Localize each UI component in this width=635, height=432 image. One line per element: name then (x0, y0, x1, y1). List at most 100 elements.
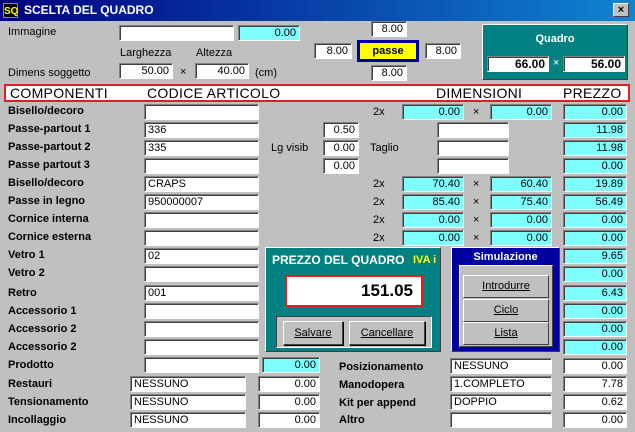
ciclo-label: Ciclo (493, 304, 519, 316)
quadro-panel: Quadro 66.00 × 56.00 (482, 24, 628, 80)
incollaggio-select[interactable]: NESSUNO (130, 412, 246, 428)
row-price: 0.00 (563, 266, 627, 282)
manodopera-price: 7.78 (563, 376, 627, 392)
header-codice: CODICE ARTICOLO (147, 85, 281, 101)
save-button[interactable]: Salvare (283, 321, 343, 345)
row-price: 0.00 (563, 303, 627, 319)
simulazione-title: Simulazione (473, 251, 538, 263)
altro-input[interactable] (450, 412, 552, 428)
introdurre-button[interactable]: Introdurre (463, 275, 549, 298)
row-label: Passe partout 3 (8, 159, 90, 171)
row-dim1: 70.40 (402, 176, 464, 192)
row-code-input[interactable]: 001 (144, 285, 259, 301)
row-code-input[interactable]: 336 (144, 122, 259, 138)
row-price: 0.00 (563, 339, 627, 355)
tensionamento-select[interactable]: NESSUNO (130, 394, 246, 410)
row-dim2: 0.00 (490, 230, 552, 246)
row-label: Passe-partout 2 (8, 141, 91, 153)
row-mult: 2x (373, 106, 385, 118)
price-panel: PREZZO DEL QUADRO IVA i 151.05 Salvare C… (265, 247, 441, 352)
immagine-label: Immagine (8, 26, 57, 38)
row-price: 56.49 (563, 194, 627, 210)
quadro-title: Quadro (535, 33, 575, 45)
passe-lg-input-1[interactable]: 0.50 (323, 122, 359, 138)
row-code-input[interactable] (144, 158, 259, 174)
row-code-input[interactable]: 950000007 (144, 194, 259, 210)
lista-label: Lista (494, 327, 518, 339)
quadro-width: 66.00 (487, 56, 549, 72)
lg-visib-label: Lg visib (271, 142, 309, 154)
total-price: 151.05 (285, 275, 423, 307)
passe-extra-input-1[interactable] (437, 122, 509, 138)
row-code-input[interactable] (144, 230, 259, 246)
posizionamento-select[interactable]: NESSUNO (450, 358, 552, 374)
row-label: Vetro 2 (8, 267, 45, 279)
altezza-input[interactable]: 40.00 (195, 63, 249, 79)
row-dim1: 85.40 (402, 194, 464, 210)
immagine-input[interactable] (119, 25, 234, 41)
row-code-input[interactable]: 02 (144, 248, 259, 264)
larghezza-label: Larghezza (120, 47, 172, 59)
row-price: 11.98 (563, 122, 627, 138)
row-code-input[interactable] (144, 104, 259, 120)
restauri-label: Restauri (8, 378, 53, 390)
save-label: Salvare (294, 327, 332, 339)
row-dim2: 75.40 (490, 194, 552, 210)
manodopera-select[interactable]: 1.COMPLETO (450, 376, 552, 392)
row-dim-x: × (473, 214, 480, 226)
cancel-button[interactable]: Cancellare (349, 321, 425, 345)
row-dim-x: × (473, 106, 480, 118)
ciclo-button[interactable]: Ciclo (463, 299, 549, 322)
row-label: Passe in legno (8, 195, 86, 207)
row-label: Vetro 1 (8, 249, 45, 261)
tensionamento-value: 0.00 (258, 394, 320, 410)
passe-right-input[interactable]: 8.00 (425, 43, 461, 59)
row-price: 6.43 (563, 285, 627, 301)
row-code-input[interactable] (144, 339, 259, 355)
price-buttons-group: Salvare Cancellare (276, 316, 432, 348)
simulazione-buttons: Introdurre Ciclo Lista (459, 265, 553, 347)
row-code-input[interactable] (144, 303, 259, 319)
prodotto-code-input[interactable] (144, 357, 259, 373)
row-label: Accessorio 2 (8, 323, 77, 335)
larghezza-input[interactable]: 50.00 (119, 63, 173, 79)
kit-append-select[interactable]: DOPPIO (450, 394, 552, 410)
row-code-input[interactable]: 335 (144, 140, 259, 156)
immagine-value: 0.00 (238, 25, 300, 41)
row-mult: 2x (373, 232, 385, 244)
quadro-x: × (553, 57, 560, 69)
row-label: Cornice esterna (8, 231, 92, 243)
close-button[interactable]: × (613, 3, 629, 17)
app-icon: SQ (3, 3, 18, 18)
row-label: Bisello/decoro (8, 105, 84, 117)
taglio-input[interactable] (437, 140, 509, 156)
passe-bottom-input[interactable]: 8.00 (371, 65, 407, 81)
row-code-input[interactable] (144, 212, 259, 228)
row-dim2: 60.40 (490, 176, 552, 192)
row-code-input[interactable]: CRAPS (144, 176, 259, 192)
incollaggio-label: Incollaggio (8, 414, 67, 426)
introdurre-label: Introdurre (482, 280, 530, 292)
columns-header: COMPONENTI CODICE ARTICOLO DIMENSIONI PR… (4, 84, 630, 102)
passe-badge: passe (357, 40, 419, 62)
passe-left-input[interactable]: 8.00 (314, 43, 352, 59)
row-price: 0.00 (563, 158, 627, 174)
row-mult: 2x (373, 196, 385, 208)
passe-lg-input-3[interactable]: 0.00 (323, 158, 359, 174)
passe-top-input[interactable]: 8.00 (371, 21, 407, 37)
lista-button[interactable]: Lista (463, 322, 549, 345)
dimens-x: × (180, 66, 187, 78)
row-price: 11.98 (563, 140, 627, 156)
header-prezzo: PREZZO (563, 85, 622, 101)
row-label: Passe-partout 1 (8, 123, 91, 135)
row-code-input[interactable] (144, 266, 259, 282)
row-dim2: 0.00 (490, 212, 552, 228)
restauri-select[interactable]: NESSUNO (130, 376, 246, 392)
row-label: Bisello/decoro (8, 177, 84, 189)
passe-extra-input-2[interactable] (437, 158, 509, 174)
row-price: 0.00 (563, 230, 627, 246)
row-label: Accessorio 2 (8, 341, 77, 353)
passe-lg-input-2[interactable]: 0.00 (323, 140, 359, 156)
prodotto-label: Prodotto (8, 359, 54, 371)
row-code-input[interactable] (144, 321, 259, 337)
